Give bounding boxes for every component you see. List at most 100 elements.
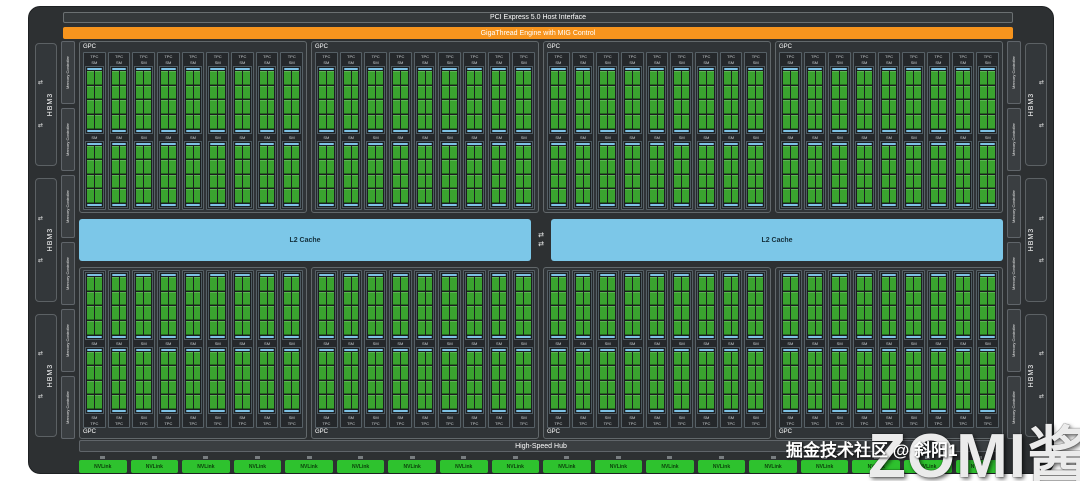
sm-cell-row bbox=[625, 86, 640, 100]
sm-core-cell bbox=[352, 189, 359, 203]
sm-core-cell bbox=[376, 71, 383, 85]
sm-cell-row bbox=[724, 352, 739, 366]
tpc-label: TPC bbox=[342, 421, 361, 426]
sm-label: SM bbox=[208, 60, 227, 65]
sm-cache-strip bbox=[136, 349, 151, 351]
sm-cache-strip bbox=[699, 204, 714, 206]
sm-label: SM bbox=[416, 135, 435, 140]
sm-core-cell bbox=[235, 292, 242, 306]
sm-unit: SM bbox=[391, 272, 410, 346]
sm-core-cell bbox=[584, 321, 591, 335]
sm-cell-row bbox=[260, 292, 275, 306]
sm-core-cell bbox=[650, 146, 657, 160]
sm-core-cell bbox=[559, 395, 566, 409]
sm-core-cell bbox=[551, 71, 558, 85]
sm-cache-strip bbox=[284, 130, 299, 132]
sm-unit: SM bbox=[746, 135, 765, 209]
sm-cache-strip bbox=[492, 410, 507, 412]
sm-core-cell bbox=[699, 189, 706, 203]
sm-cache-strip bbox=[931, 143, 946, 145]
nvlink-connector bbox=[513, 456, 518, 459]
sm-core-cell bbox=[658, 189, 665, 203]
sm-core-cell bbox=[724, 321, 731, 335]
sm-core-cell bbox=[732, 306, 739, 320]
sm-core-cell bbox=[931, 321, 938, 335]
sm-unit: SM bbox=[134, 60, 153, 134]
sm-cell-row bbox=[344, 352, 359, 366]
sm-core-cell bbox=[344, 86, 351, 100]
sm-core-cell bbox=[551, 381, 558, 395]
sm-block bbox=[342, 272, 361, 340]
sm-core-cell bbox=[576, 352, 583, 366]
tpc-label: TPC bbox=[806, 421, 825, 426]
sm-core-cell bbox=[551, 100, 558, 114]
sm-block bbox=[549, 66, 568, 134]
sm-core-cell bbox=[186, 100, 193, 114]
sm-core-cell bbox=[748, 71, 755, 85]
sm-cache-strip bbox=[260, 143, 275, 145]
sm-core-cell bbox=[584, 100, 591, 114]
tpc-column: TPCSMSM bbox=[364, 270, 387, 428]
sm-core-cell bbox=[500, 321, 507, 335]
sm-block bbox=[954, 347, 973, 415]
sm-label: SM bbox=[623, 415, 642, 420]
sm-cell-row bbox=[748, 306, 763, 320]
sm-cell-row bbox=[724, 277, 739, 291]
sm-cache-strip bbox=[467, 130, 482, 132]
sm-core-cell bbox=[475, 146, 482, 160]
sm-cell-row bbox=[882, 277, 897, 291]
sm-core-cell bbox=[319, 352, 326, 366]
nvlink-connector bbox=[203, 456, 208, 459]
sm-block bbox=[722, 141, 741, 209]
sm-core-cell bbox=[210, 306, 217, 320]
sm-core-cell bbox=[161, 115, 168, 129]
sm-cache-strip bbox=[882, 68, 897, 70]
sm-cell-row bbox=[551, 277, 566, 291]
sm-cache-strip bbox=[882, 349, 897, 351]
sm-core-cell bbox=[906, 277, 913, 291]
sm-core-cell bbox=[243, 277, 250, 291]
sm-core-cell bbox=[194, 292, 201, 306]
sm-core-cell bbox=[756, 395, 763, 409]
sm-cell-row bbox=[980, 146, 995, 160]
sm-cell-row bbox=[467, 321, 482, 335]
sm-core-cell bbox=[576, 189, 583, 203]
sm-core-cell bbox=[284, 160, 291, 174]
sm-unit: SM bbox=[672, 272, 691, 346]
sm-cache-strip bbox=[235, 336, 250, 338]
sm-cell-row bbox=[906, 100, 921, 114]
sm-core-cell bbox=[633, 381, 640, 395]
sm-cache-strip bbox=[551, 336, 566, 338]
sm-core-cell bbox=[865, 381, 872, 395]
sm-cache-strip bbox=[344, 143, 359, 145]
sm-cache-strip bbox=[87, 68, 102, 70]
sm-core-cell bbox=[210, 292, 217, 306]
sm-cell-row bbox=[882, 292, 897, 306]
sm-unit: SM bbox=[317, 60, 336, 134]
gigathread-bar: GigaThread Engine with MIG Control bbox=[63, 27, 1013, 39]
sm-core-cell bbox=[964, 292, 971, 306]
sm-core-cell bbox=[633, 292, 640, 306]
sm-cell-row bbox=[492, 366, 507, 380]
sm-core-cell bbox=[235, 146, 242, 160]
sm-unit: SM bbox=[954, 60, 973, 134]
sm-core-cell bbox=[393, 146, 400, 160]
sm-core-cell bbox=[732, 321, 739, 335]
sm-unit: SM bbox=[159, 272, 178, 346]
sm-cell-row bbox=[284, 366, 299, 380]
sm-core-cell bbox=[292, 100, 299, 114]
sm-core-cell bbox=[865, 115, 872, 129]
sm-core-cell bbox=[633, 146, 640, 160]
sm-core-cell bbox=[524, 146, 531, 160]
sm-cache-strip bbox=[650, 274, 665, 276]
sm-block bbox=[416, 141, 435, 209]
sm-cell-row bbox=[319, 146, 334, 160]
sm-core-cell bbox=[352, 277, 359, 291]
sm-core-cell bbox=[964, 86, 971, 100]
l2-row: L2 Cache ⇄ ⇄ L2 Cache bbox=[79, 219, 1003, 261]
sm-cell-row bbox=[931, 321, 946, 335]
tpc-label: TPC bbox=[929, 54, 948, 59]
sm-block bbox=[855, 141, 874, 209]
sm-core-cell bbox=[551, 321, 558, 335]
gpc-block: GPCTPCSMSMTPCSMSMTPCSMSMTPCSMSMTPCSMSMTP… bbox=[543, 41, 771, 213]
